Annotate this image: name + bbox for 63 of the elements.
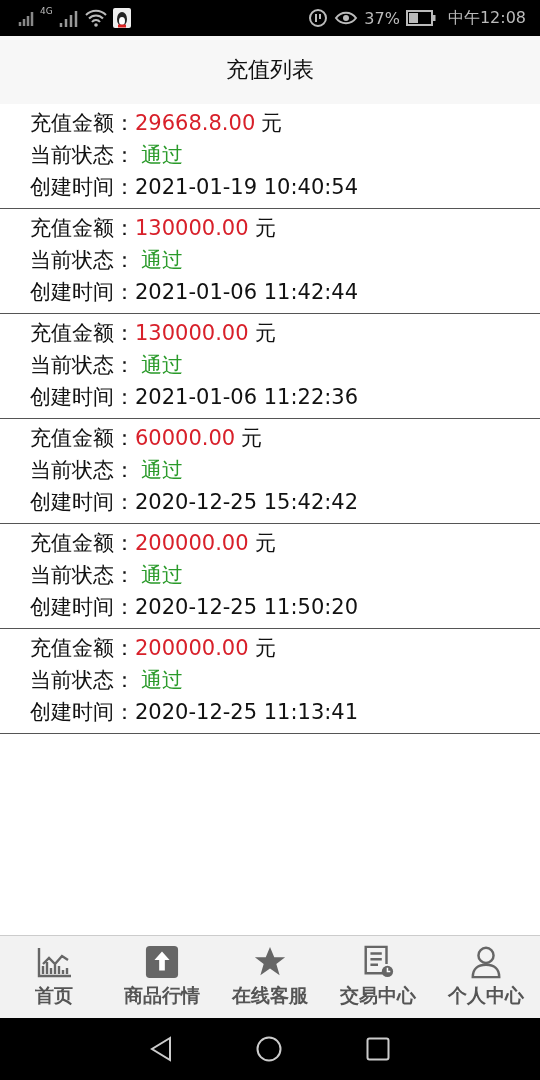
signal-icon [58, 9, 79, 27]
amount-value: 29668.8.00 [135, 111, 256, 135]
field-label: 创建时间： [30, 279, 135, 306]
created-time: 2021-01-06 11:22:36 [135, 385, 359, 409]
field-label: 创建时间： [30, 384, 135, 411]
tab-bar-item[interactable]: 个人中心 [432, 936, 540, 1018]
battery-icon [405, 10, 436, 26]
field-label: 创建时间： [30, 174, 135, 201]
home-icon[interactable] [256, 1036, 282, 1062]
created-time: 2020-12-25 11:13:41 [135, 700, 359, 724]
currency-unit: 元 [254, 530, 276, 557]
upload-icon [144, 945, 180, 979]
status-value: 通过 [141, 562, 183, 589]
field-label: 充值金额： [30, 635, 135, 662]
status-value: 通过 [141, 142, 183, 169]
field-label: 当前状态： [30, 352, 135, 379]
tab-bar-item[interactable]: 在线客服 [216, 936, 324, 1018]
signal-icon [18, 10, 34, 26]
field-label: 充值金额： [30, 530, 135, 557]
field-label: 创建时间： [30, 594, 135, 621]
created-time: 2021-01-06 11:42:44 [135, 280, 359, 304]
field-label: 充值金额： [30, 320, 135, 347]
currency-unit: 元 [261, 110, 283, 137]
wifi-icon [84, 9, 107, 27]
field-label: 充值金额： [30, 110, 135, 137]
currency-unit: 元 [254, 215, 276, 242]
created-time: 2020-12-25 11:50:20 [135, 595, 359, 619]
field-label: 创建时间： [30, 489, 135, 516]
network-label: 4G [40, 6, 53, 16]
recents-icon[interactable] [366, 1037, 390, 1061]
tab-bar-item[interactable]: 首页 [0, 936, 108, 1018]
field-label: 当前状态： [30, 142, 135, 169]
amount-value: 200000.00 [135, 531, 249, 555]
tab-bar-item[interactable]: 交易中心 [324, 936, 432, 1018]
app-icon [112, 8, 131, 28]
field-label: 当前状态： [30, 247, 135, 274]
field-label: 充值金额： [30, 215, 135, 242]
eye-icon [334, 9, 359, 27]
field-label: 当前状态： [30, 562, 135, 589]
status-value: 通过 [141, 457, 183, 484]
clock: 中午12:08 [447, 7, 526, 29]
field-label: 创建时间： [30, 699, 135, 726]
data-saver-icon [308, 8, 329, 28]
field-label: 当前状态： [30, 667, 135, 694]
field-label: 当前状态： [30, 457, 135, 484]
amount-value: 130000.00 [135, 216, 249, 240]
currency-unit: 元 [254, 320, 276, 347]
field-label: 充值金额： [30, 425, 135, 452]
currency-unit: 元 [254, 635, 276, 662]
page-title: 充值列表 [226, 56, 314, 84]
amount-value: 200000.00 [135, 636, 249, 660]
bar-chart-icon [36, 945, 72, 979]
status-value: 通过 [141, 667, 183, 694]
currency-unit: 元 [241, 425, 263, 452]
created-time: 2020-12-25 15:42:42 [135, 490, 359, 514]
status-value: 通过 [141, 247, 183, 274]
status-value: 通过 [141, 352, 183, 379]
amount-value: 60000.00 [135, 426, 236, 450]
back-icon[interactable] [150, 1036, 172, 1062]
battery-percent: 37% [364, 8, 400, 28]
tab-bar-item[interactable]: 商品行情 [108, 936, 216, 1018]
created-time: 2021-01-19 10:40:54 [135, 175, 359, 199]
amount-value: 130000.00 [135, 321, 249, 345]
